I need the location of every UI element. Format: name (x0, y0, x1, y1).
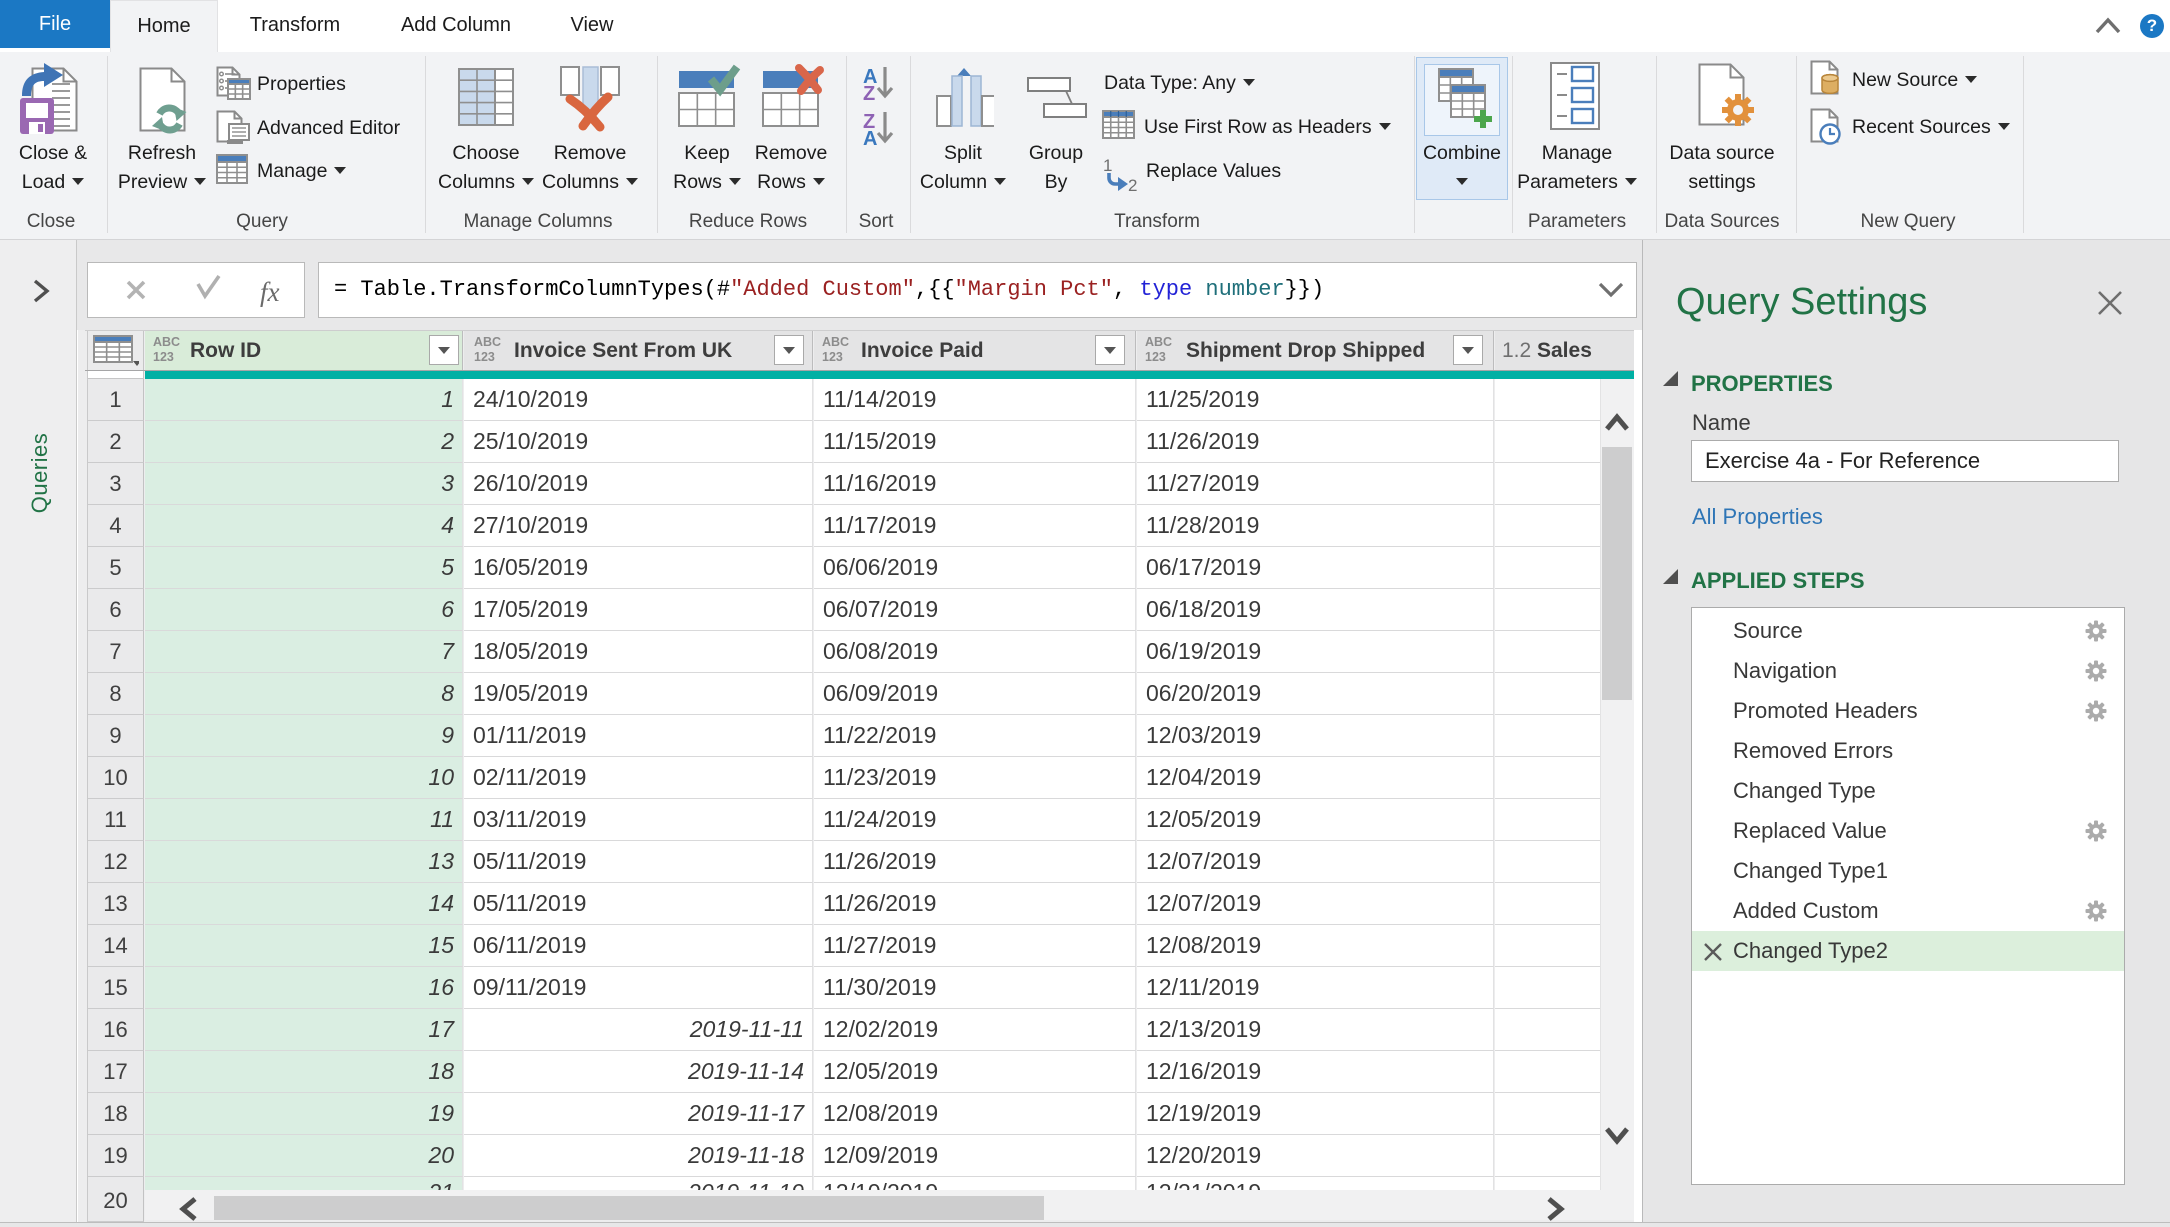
svg-text:Z: Z (863, 83, 875, 105)
svg-text:1: 1 (1103, 156, 1112, 175)
svg-text:fx: fx (260, 277, 280, 307)
svg-text:2: 2 (1128, 176, 1137, 192)
